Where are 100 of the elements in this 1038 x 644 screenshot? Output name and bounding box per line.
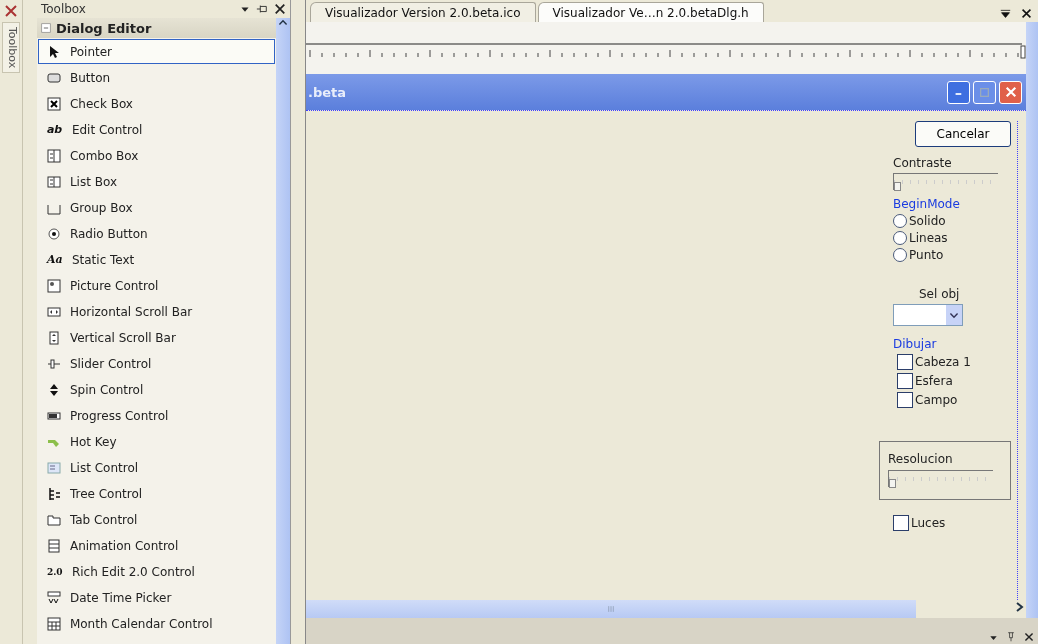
toolbox-item[interactable]: Button <box>37 65 276 90</box>
combo-label: Sel obj <box>918 287 960 301</box>
toolbox-item[interactable]: Month Calendar Control <box>37 611 276 636</box>
item-label: Horizontal Scroll Bar <box>69 304 193 319</box>
radio-button[interactable] <box>893 214 907 228</box>
toolbox-item[interactable]: Pointer <box>37 39 276 64</box>
item-label: List Control <box>69 460 139 475</box>
item-label: Button <box>69 70 111 85</box>
chevron-down-icon <box>949 310 959 320</box>
vertical-scrollbar[interactable] <box>1026 22 1038 618</box>
item-label: Rich Edit 2.0 Control <box>71 564 195 579</box>
item-label: Tree Control <box>69 486 143 501</box>
radio-label: Punto <box>909 248 944 262</box>
toolbox-item[interactable]: Radio Button <box>37 221 276 246</box>
slider-thumb[interactable] <box>894 182 901 191</box>
maximize-icon <box>980 87 989 97</box>
toolbox-item[interactable]: Vertical Scroll Bar <box>37 325 276 350</box>
radio-button[interactable] <box>893 248 907 262</box>
radio-label: Lineas <box>909 231 948 245</box>
calendar-clock-icon <box>46 590 61 605</box>
close-button[interactable] <box>999 80 1022 104</box>
item-label: Radio Button <box>69 226 148 241</box>
checkbox-label: Luces <box>911 516 946 530</box>
item-label: Month Calendar Control <box>69 616 213 631</box>
minimize-button[interactable] <box>947 80 970 104</box>
toolbox-item[interactable]: Slider Control <box>37 351 276 376</box>
folder-tab-icon <box>46 512 61 527</box>
checkbox[interactable] <box>897 373 913 389</box>
item-label: Picture Control <box>69 278 159 293</box>
pin-icon <box>256 3 269 15</box>
item-label: Date Time Picker <box>69 590 172 605</box>
close-icon <box>1004 86 1017 98</box>
maximize-button[interactable] <box>973 80 996 104</box>
tool-glyph-icon: Aa <box>46 253 63 266</box>
toolbox-item[interactable]: List Control <box>37 455 276 480</box>
item-label: Tab Control <box>69 512 138 527</box>
toolbox-item[interactable]: Group Box <box>37 195 276 220</box>
radio-icon <box>46 226 61 241</box>
combo-box[interactable] <box>893 304 963 326</box>
slider-icon <box>46 356 61 371</box>
list-window-icon <box>46 460 61 475</box>
dropdown-caret-icon <box>989 633 998 642</box>
item-label: Static Text <box>71 252 135 267</box>
checkbox-label: Esfera <box>915 374 953 388</box>
close-icon <box>274 3 287 15</box>
document-tab[interactable]: Visualizador Ve…n 2.0.betaDlg.h <box>537 2 764 22</box>
close-icon <box>1024 632 1034 642</box>
toolbox-item[interactable]: Check Box <box>37 91 276 116</box>
slider-label: Resolucion <box>888 452 954 466</box>
calendar-grid-icon <box>46 616 61 631</box>
cancel-button[interactable]: Cancelar <box>915 121 1011 147</box>
item-label: Check Box <box>69 96 133 111</box>
tool-glyph-icon: 2.0 <box>46 566 63 577</box>
item-label: List Box <box>69 174 118 189</box>
toolbox-item[interactable]: Horizontal Scroll Bar <box>37 299 276 324</box>
checkbox[interactable] <box>897 354 913 370</box>
horizontal-scrollbar[interactable] <box>306 600 916 618</box>
toolbox-item[interactable]: Combo Box <box>37 143 276 168</box>
checkbox-icon <box>46 96 61 111</box>
tool-glyph-icon: ab <box>46 123 63 136</box>
document-tab[interactable]: Visualizador Version 2.0.beta.ico <box>310 2 536 22</box>
close-icon <box>1021 8 1032 19</box>
group-label: Dibujar <box>893 337 937 351</box>
panel-title: Toolbox <box>40 2 86 16</box>
item-label: Slider Control <box>69 356 152 371</box>
item-label: Group Box <box>69 200 133 215</box>
grip-icon <box>607 605 615 613</box>
tab-list-icon <box>1000 8 1011 19</box>
toolbox-item[interactable]: Progress Control <box>37 403 276 428</box>
item-label: Animation Control <box>69 538 179 553</box>
item-label: Spin Control <box>69 382 144 397</box>
pin-icon <box>1006 632 1016 642</box>
vertical-scroll-icon <box>46 330 61 345</box>
checkbox[interactable] <box>897 392 913 408</box>
item-label: Progress Control <box>69 408 169 423</box>
button-shape-icon <box>46 70 61 85</box>
item-label: Hot Key <box>69 434 117 449</box>
toolbox-item[interactable]: 2.0 Rich Edit 2.0 Control <box>37 559 276 584</box>
toolbox-item[interactable]: Date Time Picker <box>37 585 276 610</box>
toolbox-item[interactable]: Aa Static Text <box>37 247 276 272</box>
list-box-icon <box>46 174 61 189</box>
radio-button[interactable] <box>893 231 907 245</box>
group-header[interactable]: Dialog Editor <box>36 18 277 38</box>
item-label: Edit Control <box>71 122 143 137</box>
toolbox-item[interactable]: List Box <box>37 169 276 194</box>
toolbox-item[interactable]: Tab Control <box>37 507 276 532</box>
toolbox-item[interactable]: Tree Control <box>37 481 276 506</box>
checkbox-label: Campo <box>915 393 958 407</box>
item-label: Vertical Scroll Bar <box>69 330 176 345</box>
slider-label: Contraste <box>893 156 952 170</box>
toolbox-item[interactable]: ab Edit Control <box>37 117 276 142</box>
group-label: BeginMode <box>893 197 960 211</box>
toolbox-item[interactable]: Spin Control <box>37 377 276 402</box>
checkbox[interactable] <box>893 515 909 531</box>
combo-list-icon <box>46 148 61 163</box>
toolbox-item[interactable]: Hot Key <box>37 429 276 454</box>
slider-thumb[interactable] <box>889 479 896 488</box>
side-tab[interactable]: Toolbox <box>1 22 20 74</box>
toolbox-item[interactable]: Animation Control <box>37 533 276 558</box>
toolbox-item[interactable]: Picture Control <box>37 273 276 298</box>
